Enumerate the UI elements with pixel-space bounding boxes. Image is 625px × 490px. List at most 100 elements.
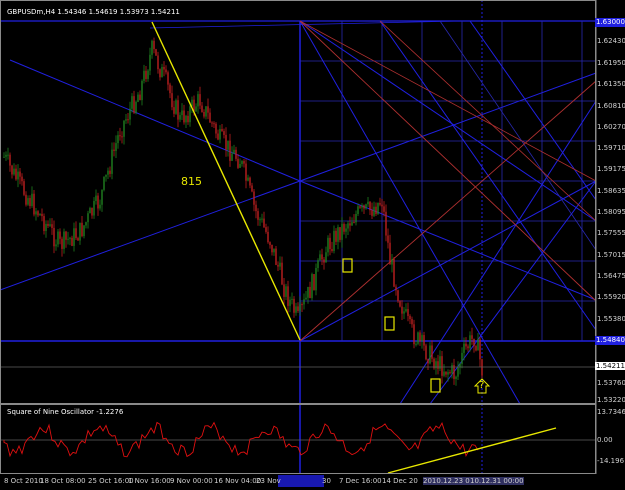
candle-body: [379, 202, 381, 205]
candle-body: [59, 231, 61, 239]
candle-body: [357, 206, 359, 214]
candle-body: [81, 222, 83, 237]
candle-body: [309, 286, 311, 299]
candle-body: [281, 262, 283, 285]
candle-body: [43, 216, 45, 232]
price-label: 1.57555: [597, 229, 625, 237]
candle-body: [329, 237, 331, 250]
candle-body: [313, 274, 315, 291]
candle-body: [187, 115, 189, 123]
candle-body: [117, 135, 119, 144]
time-label: 25 Oct 16:00: [88, 477, 134, 485]
candle-body: [283, 284, 285, 297]
price-label: 1.53760: [597, 379, 625, 387]
candle-body: [427, 359, 429, 364]
candle-body: [39, 213, 41, 216]
oscillator-title: Square of Nine Oscillator -1.2276: [7, 408, 124, 416]
candle-body: [461, 352, 463, 364]
candle-body: [101, 189, 103, 205]
candle-body: [421, 335, 423, 342]
candle-body: [21, 176, 23, 182]
candle-body: [207, 106, 209, 113]
candle-body: [333, 230, 335, 251]
candle-body: [241, 161, 243, 164]
candle-body: [113, 149, 115, 151]
candle-body: [441, 356, 443, 376]
candle-body: [389, 242, 391, 265]
candle-body: [299, 304, 301, 311]
candle-body: [391, 259, 393, 265]
candle-body: [67, 238, 69, 240]
candle-body: [349, 223, 351, 226]
candle-body: [133, 96, 135, 113]
candle-body: [437, 361, 439, 369]
candle-body: [473, 338, 475, 346]
candle-body: [261, 218, 263, 220]
candle-body: [269, 242, 271, 246]
candle-body: [83, 225, 85, 237]
candle-body: [463, 343, 465, 353]
candle-body: [423, 335, 425, 346]
candle-body: [31, 193, 33, 207]
candle-body: [155, 49, 157, 56]
candle-body: [419, 332, 421, 342]
main-chart-canvas[interactable]: [0, 0, 625, 490]
candle-body: [215, 123, 217, 134]
candle-body: [199, 94, 201, 106]
candle-body: [205, 106, 207, 117]
candle-body: [147, 70, 149, 79]
candle-body: [407, 309, 409, 316]
candle-body: [365, 204, 367, 209]
oscillator-label: -14.196: [597, 457, 625, 465]
candle-body: [377, 202, 379, 215]
candle-body: [89, 208, 91, 214]
candle-body: [425, 345, 427, 360]
candle-body: [279, 262, 281, 267]
candle-body: [65, 231, 67, 240]
candle-body: [73, 228, 75, 246]
candle-body: [79, 222, 81, 241]
candle-body: [41, 213, 43, 217]
candle-body: [259, 219, 261, 221]
candle-body: [445, 371, 447, 375]
candle-body: [243, 161, 245, 164]
candle-body: [71, 237, 73, 246]
candle-body: [265, 227, 267, 232]
candle-body: [359, 206, 361, 208]
candle-body: [477, 339, 479, 351]
candle-body: [185, 115, 187, 123]
candle-body: [251, 185, 253, 192]
candle-body: [3, 156, 5, 158]
candle-body: [447, 372, 449, 375]
candle-body: [343, 223, 345, 232]
price-label: 1.61950: [597, 59, 625, 67]
candle-body: [49, 224, 51, 226]
candle-body: [353, 222, 355, 224]
candle-body: [171, 93, 173, 108]
candle-body: [25, 194, 27, 205]
chart-window[interactable]: GBPUSDm,H4 1.54346 1.54619 1.53973 1.542…: [0, 0, 625, 490]
time-selection-marker[interactable]: [278, 475, 324, 487]
candle-body: [27, 198, 29, 205]
candle-body: [345, 228, 347, 232]
oscillator-label: 13.7346: [597, 408, 625, 416]
oscillator-label: 0.00: [597, 436, 613, 444]
candle-body: [181, 110, 183, 116]
candle-body: [163, 66, 165, 70]
candle-body: [307, 286, 309, 298]
candle-body: [127, 119, 129, 121]
candle-body: [443, 371, 445, 376]
candle-body: [267, 231, 269, 243]
candle-body: [223, 131, 225, 135]
candle-body: [237, 158, 239, 168]
candle-body: [123, 120, 125, 137]
candle-body: [257, 211, 259, 220]
candle-body: [321, 254, 323, 260]
candle-body: [271, 245, 273, 253]
candle-body: [371, 210, 373, 216]
candle-body: [151, 40, 153, 55]
candle-body: [149, 54, 151, 71]
candle-body: [331, 249, 333, 251]
candle-body: [315, 267, 317, 291]
candle-body: [363, 205, 365, 209]
